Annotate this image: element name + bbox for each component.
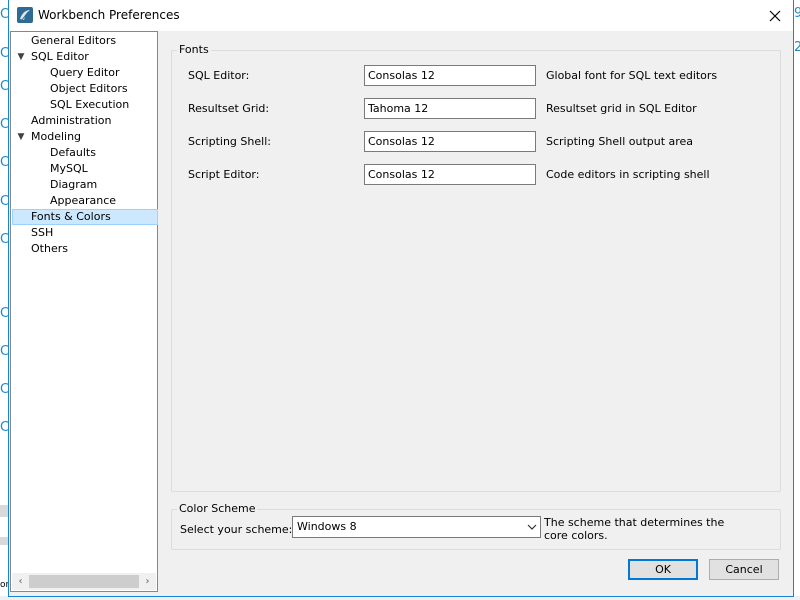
bg-glyph: C — [0, 195, 8, 209]
expand-triangle-icon[interactable]: ▼ — [16, 132, 26, 142]
tree-item-ssh[interactable]: SSH — [31, 225, 53, 241]
bg-glyph: 9 — [794, 6, 800, 21]
color-scheme-description: The scheme that determines the core colo… — [544, 516, 725, 542]
resultset-grid-font-label: Resultset Grid: — [188, 102, 270, 115]
tree-item-label: General Editors — [31, 34, 117, 47]
bg-glyph: on — [0, 580, 8, 590]
select-scheme-label: Select your scheme: — [180, 523, 293, 536]
scripting-shell-font-input[interactable] — [364, 131, 536, 152]
tree-item-mysql[interactable]: MySQL — [50, 161, 88, 177]
bg-glyph: C — [0, 421, 8, 435]
scroll-left-icon[interactable]: ‹ — [12, 573, 29, 590]
scripting-shell-font-label: Scripting Shell: — [188, 135, 271, 148]
tree-item-appearance[interactable]: Appearance — [50, 193, 116, 209]
color-scheme-group-label: Color Scheme — [177, 502, 258, 515]
tree-item-label: Fonts & Colors — [31, 210, 111, 223]
bg-glyph: C — [0, 156, 8, 170]
tree-item-label: Diagram — [50, 178, 98, 191]
bg-glyph: C — [0, 345, 8, 359]
script-editor-font-input[interactable] — [364, 164, 536, 185]
close-icon — [769, 10, 781, 22]
preferences-tree[interactable]: General Editors ▼ SQL Editor Query Edito… — [10, 31, 158, 592]
scroll-right-icon[interactable]: › — [139, 573, 156, 590]
bg-strip — [0, 505, 8, 517]
color-scheme-select[interactable]: Windows 8 — [292, 516, 541, 538]
bg-strip — [0, 537, 8, 545]
scripting-shell-font-description: Scripting Shell output area — [546, 135, 694, 148]
close-button[interactable] — [765, 6, 785, 26]
dialog-title: Workbench Preferences — [38, 8, 180, 22]
sql-editor-font-input[interactable] — [364, 65, 536, 86]
bg-glyph: C — [0, 80, 8, 94]
title-bar[interactable]: Workbench Preferences — [9, 0, 793, 31]
bg-glyph: C — [0, 383, 8, 397]
tree-item-query-editor[interactable]: Query Editor — [50, 65, 119, 81]
chevron-down-icon — [527, 517, 537, 545]
expand-triangle-icon[interactable]: ▼ — [16, 52, 26, 62]
script-editor-font-label: Script Editor: — [188, 168, 260, 181]
tree-item-label: SQL Editor — [31, 50, 89, 63]
workbench-app-icon — [17, 7, 33, 23]
bg-glyph: C — [0, 8, 8, 22]
bg-glyph: C — [0, 118, 8, 132]
ok-button[interactable]: OK — [628, 559, 698, 580]
tree-item-label: Modeling — [31, 130, 82, 143]
bg-glyph: C — [0, 47, 8, 61]
tree-horizontal-scrollbar[interactable]: ‹ › — [12, 573, 156, 590]
tree-item-defaults[interactable]: Defaults — [50, 145, 96, 161]
tree-item-label: Object Editors — [50, 82, 128, 95]
tree-item-label: Query Editor — [50, 66, 120, 79]
tree-item-administration[interactable]: Administration — [31, 113, 112, 129]
tree-item-others[interactable]: Others — [31, 241, 68, 257]
tree-item-label: Others — [31, 242, 68, 255]
tree-item-label: MySQL — [50, 162, 88, 175]
color-scheme-selected-value: Windows 8 — [297, 520, 357, 533]
tree-item-diagram[interactable]: Diagram — [50, 177, 97, 193]
fonts-group-label: Fonts — [177, 43, 211, 56]
resultset-grid-font-input[interactable] — [364, 98, 536, 119]
tree-item-label: Administration — [31, 114, 112, 127]
sql-editor-font-description: Global font for SQL text editors — [546, 69, 718, 82]
tree-item-label: Defaults — [50, 146, 96, 159]
tree-item-label: Appearance — [50, 194, 117, 207]
sql-editor-font-label: SQL Editor: — [188, 69, 250, 82]
preferences-dialog: Workbench Preferences General Editors ▼ … — [8, 0, 794, 597]
tree-item-fonts-colors[interactable]: Fonts & Colors — [12, 209, 158, 225]
tree-item-general-editors[interactable]: General Editors — [31, 33, 116, 49]
scrollbar-thumb[interactable] — [29, 575, 139, 588]
script-editor-font-description: Code editors in scripting shell — [546, 168, 710, 181]
tree-item-label: SQL Execution — [50, 98, 130, 111]
tree-item-label: SSH — [31, 226, 54, 239]
bg-glyph: 2 — [794, 40, 800, 55]
cancel-button[interactable]: Cancel — [709, 559, 779, 580]
tree-item-sql-execution[interactable]: SQL Execution — [50, 97, 129, 113]
resultset-grid-font-description: Resultset grid in SQL Editor — [546, 102, 697, 115]
tree-item-object-editors[interactable]: Object Editors — [50, 81, 128, 97]
bg-glyph: C — [0, 233, 8, 247]
bg-glyph: C — [0, 307, 8, 321]
